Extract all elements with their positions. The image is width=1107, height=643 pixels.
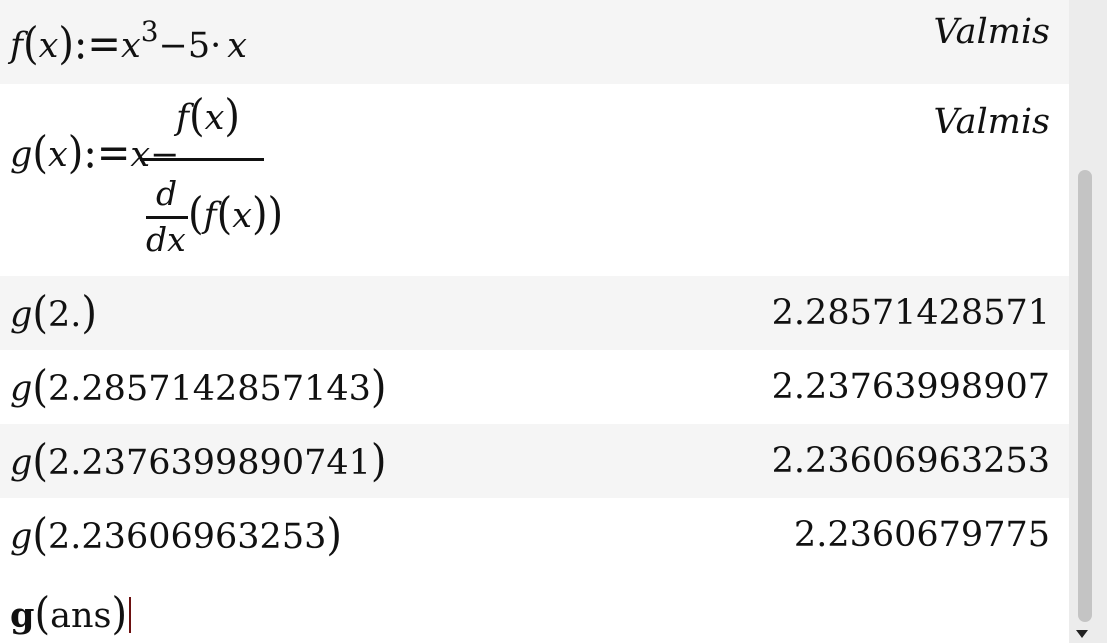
variable: x (38, 26, 59, 66)
history-result: Valmis (933, 12, 1050, 52)
minus-operator: − (150, 135, 180, 175)
history-expression: g(2.) (10, 287, 98, 339)
history-row-eval[interactable]: g(2.2857142857143) 2.23763998907 (0, 350, 1069, 424)
scroll-down-arrow-icon[interactable] (1076, 630, 1088, 638)
history-row-define-f[interactable]: f(x):=x3−5· x Valmis (0, 0, 1069, 84)
history-row-eval[interactable]: g(2.2376399890741) 2.23606963253 (0, 424, 1069, 498)
function-name: g (10, 135, 33, 175)
derivative-d: d (156, 174, 178, 213)
text-cursor (129, 597, 132, 633)
variable: x (130, 135, 151, 175)
scrollbar-thumb[interactable] (1078, 170, 1092, 622)
expression-term: −5· (158, 26, 222, 66)
history-result: 2.23606963253 (771, 441, 1050, 481)
derivative-argument: (f(x)) (188, 188, 284, 240)
fraction-numerator: f(x) (176, 90, 240, 142)
variable: x (48, 135, 68, 175)
calculator-history[interactable]: f(x):=x3−5· x Valmis g(x):=x− f(x) d dx (… (0, 0, 1069, 643)
entry-argument: ans (50, 596, 112, 636)
history-row-define-g[interactable]: g(x):=x− f(x) d dx (f(x)) Valmis (0, 84, 1069, 276)
history-result: 2.23763998907 (771, 367, 1050, 407)
vertical-scrollbar[interactable] (1069, 0, 1107, 643)
history-expression: g(2.23606963253) (10, 509, 342, 561)
history-result: 2.28571428571 (771, 293, 1050, 333)
history-expression: g(2.2376399890741) (10, 435, 387, 487)
derivative-dx: dx (146, 220, 186, 259)
history-expression: g(2.2857142857143) (10, 361, 387, 413)
history-expression: f(x):=x3−5· x (10, 15, 247, 70)
history-row-eval[interactable]: g(2.) 2.28571428571 (0, 276, 1069, 350)
history-result: Valmis (933, 102, 1050, 142)
exponent: 3 (140, 15, 159, 48)
fraction-bar (140, 158, 264, 161)
entry-line[interactable]: g(ans) (0, 572, 1069, 643)
history-result: 2.2360679775 (793, 515, 1050, 555)
variable: x (120, 26, 141, 66)
assign-operator: ):= (67, 127, 131, 179)
entry-function: g (10, 595, 35, 636)
history-row-eval[interactable]: g(2.23606963253) 2.2360679775 (0, 498, 1069, 572)
assign-operator: ):= (58, 18, 121, 70)
derivative-bar (146, 216, 188, 219)
function-name: f (10, 26, 23, 66)
fraction-denominator: d dx (f(x)) (146, 174, 283, 274)
variable: x (227, 26, 247, 66)
entry-input[interactable]: g(ans) (10, 592, 132, 636)
history-expression: g(x):=x− (10, 127, 180, 179)
